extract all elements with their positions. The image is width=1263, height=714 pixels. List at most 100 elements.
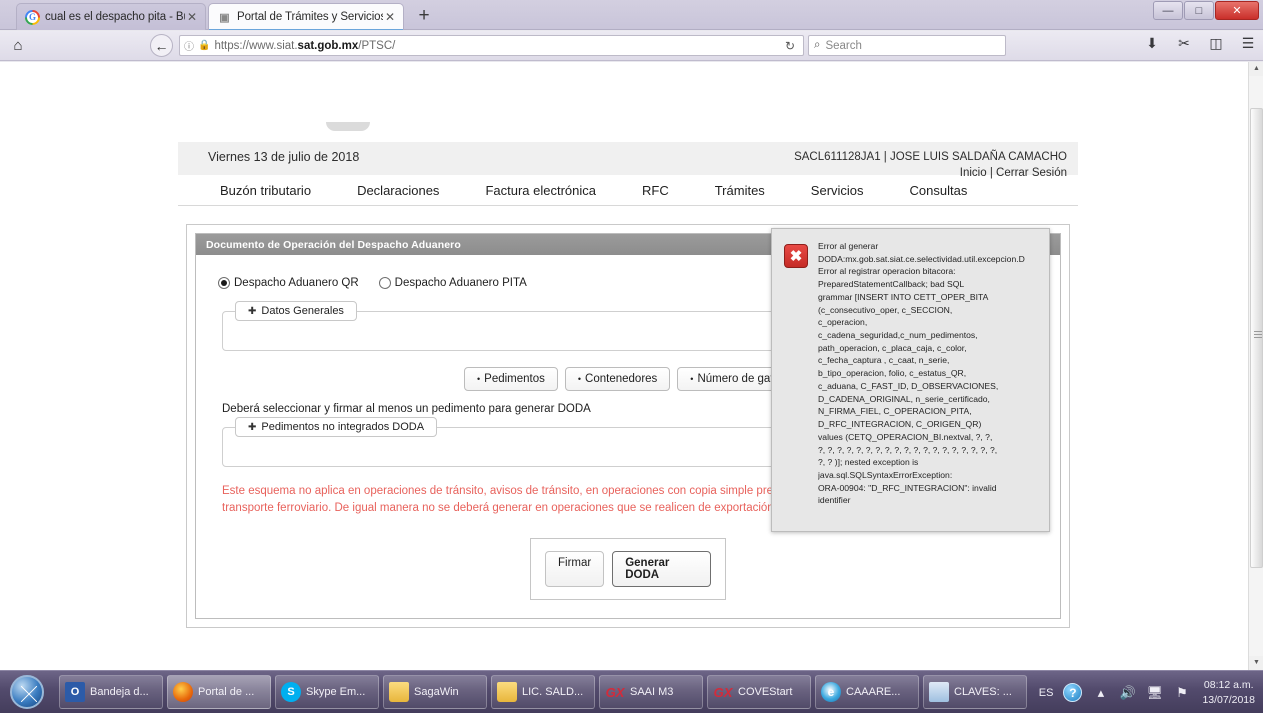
sidebar-icon[interactable]: ◫ xyxy=(1207,35,1225,52)
taskbar-label: Skype Em... xyxy=(306,686,365,698)
error-line: N_FIRMA_FIEL, C_OPERACION_PITA, xyxy=(818,405,1039,418)
error-icon: ✖ xyxy=(784,244,808,268)
error-message: Error al generar DODA:mx.gob.sat.siat.ce… xyxy=(818,240,1039,521)
back-icon[interactable]: ← xyxy=(150,34,173,57)
network-icon[interactable]: 🖥 xyxy=(1146,685,1163,701)
help-icon[interactable]: ? xyxy=(1063,683,1082,702)
menu-item-factura-electronica[interactable]: Factura electrónica xyxy=(485,183,596,198)
accordion-pedimentos-no-integrados[interactable]: ✚ Pedimentos no integrados DODA xyxy=(235,417,437,437)
internet-explorer-icon: e xyxy=(821,682,841,702)
download-icon[interactable]: ⬇ xyxy=(1143,35,1161,52)
accordion-label: Pedimentos no integrados DODA xyxy=(261,421,424,433)
close-icon[interactable]: ✕ xyxy=(383,11,397,23)
error-line: grammar [INSERT INTO CETT_OPER_BITA xyxy=(818,291,1039,304)
windows-taskbar: O Bandeja d... Portal de ... S Skype Em.… xyxy=(0,670,1263,713)
lock-icon: 🔒 xyxy=(198,40,210,51)
url-text: https://www.siat.sat.gob.mx/PTSC/ xyxy=(214,40,781,52)
volume-icon[interactable]: 🔊 xyxy=(1119,685,1136,701)
taskbar-item-caaare[interactable]: e CAAARE... xyxy=(815,675,919,709)
radio-despacho-qr[interactable] xyxy=(218,277,230,289)
reload-icon[interactable]: ↻ xyxy=(781,39,799,53)
browser-tab-portal-sat[interactable]: ▣ Portal de Trámites y Servicios a ✕ xyxy=(208,3,404,30)
radio-label-qr[interactable]: Despacho Aduanero QR xyxy=(234,277,359,289)
taskbar-item-saai-m3[interactable]: GX SAAI M3 xyxy=(599,675,703,709)
tab-label: Portal de Trámites y Servicios a xyxy=(237,11,383,23)
error-line: ?, ?, ?, ?, ?, ?, ?, ?, ?, ?, ?, ?, ?, ?… xyxy=(818,444,1039,457)
firmar-button[interactable]: Firmar xyxy=(545,551,604,587)
menu-item-buzon-tributario[interactable]: Buzón tributario xyxy=(220,183,311,198)
menu-icon[interactable]: ☰ xyxy=(1239,35,1257,52)
taskbar-label: LIC. SALD... xyxy=(522,686,583,698)
taskbar-item-covestart[interactable]: GX COVEStart xyxy=(707,675,811,709)
menu-item-tramites[interactable]: Trámites xyxy=(715,183,765,198)
scroll-down-icon[interactable]: ▼ xyxy=(1249,656,1263,670)
start-button[interactable] xyxy=(5,673,49,711)
page-header: Viernes 13 de julio de 2018 SACL611128JA… xyxy=(178,142,1078,175)
taskbar-item-claves[interactable]: CLAVES: ... xyxy=(923,675,1027,709)
folder-icon xyxy=(497,682,517,702)
plus-icon: ✚ xyxy=(248,306,256,317)
menu-item-consultas[interactable]: Consultas xyxy=(910,183,968,198)
taskbar-label: CLAVES: ... xyxy=(954,686,1012,698)
accordion-label: Pedimentos xyxy=(484,373,545,385)
search-box[interactable]: ⌕ Search xyxy=(808,35,1006,56)
rfc-and-name: SACL611128JA1 | JOSE LUIS SALDAÑA CAMACH… xyxy=(794,150,1067,166)
site-info-icon[interactable]: ⓘ xyxy=(184,38,194,53)
accordion-label: Datos Generales xyxy=(261,305,344,317)
error-line: PreparedStatementCallback; bad SQL xyxy=(818,278,1039,291)
inicio-link[interactable]: Inicio xyxy=(960,167,987,179)
error-line: c_operacion, xyxy=(818,316,1039,329)
scrollbar-grip-icon xyxy=(1254,331,1262,340)
accordion-datos-generales[interactable]: ✚ Datos Generales xyxy=(235,301,357,321)
genexus-icon: GX xyxy=(713,682,733,702)
error-line: values (CETQ_OPERACION_BI.nextval, ?, ?, xyxy=(818,431,1039,444)
claves-icon xyxy=(929,682,949,702)
maximize-button[interactable]: □ xyxy=(1184,1,1214,20)
browser-tab-google-search[interactable]: cual es el despacho pita - Bu ✕ xyxy=(16,3,206,30)
close-window-button[interactable]: ✕ xyxy=(1215,1,1259,20)
error-dialog: ✖ Error al generar DODA:mx.gob.sat.siat.… xyxy=(771,228,1050,532)
clock[interactable]: 08:12 a.m. 13/07/2018 xyxy=(1200,678,1255,706)
menu-item-servicios[interactable]: Servicios xyxy=(811,183,864,198)
error-line: D_RFC_INTEGRACION, C_ORIGEN_QR) xyxy=(818,418,1039,431)
accordion-pedimentos[interactable]: • Pedimentos xyxy=(464,367,558,391)
close-icon[interactable]: ✕ xyxy=(185,11,199,23)
radio-despacho-pita[interactable] xyxy=(379,277,391,289)
cerrar-sesion-link[interactable]: Cerrar Sesión xyxy=(996,167,1067,179)
accordion-contenedores[interactable]: •Contenedores xyxy=(565,367,670,391)
taskbar-label: Bandeja d... xyxy=(90,686,149,698)
error-line: Error al generar xyxy=(818,240,1039,253)
firefox-icon xyxy=(173,682,193,702)
taskbar-item-portal[interactable]: Portal de ... xyxy=(167,675,271,709)
menu-item-declaraciones[interactable]: Declaraciones xyxy=(357,183,439,198)
flag-icon[interactable]: ⚑ xyxy=(1173,685,1190,701)
clock-date: 13/07/2018 xyxy=(1202,693,1255,707)
bullet-icon: • xyxy=(477,374,480,384)
pocket-icon[interactable]: ✂ xyxy=(1175,35,1193,52)
taskbar-label: SAAI M3 xyxy=(630,686,673,698)
menu-item-rfc[interactable]: RFC xyxy=(642,183,669,198)
language-indicator[interactable]: ES xyxy=(1039,687,1054,699)
current-date: Viernes 13 de julio de 2018 xyxy=(208,150,359,164)
error-line: path_operacion, c_placa_caja, c_color, xyxy=(818,342,1039,355)
outlook-icon: O xyxy=(65,682,85,702)
generar-doda-button[interactable]: Generar DODA xyxy=(612,551,711,587)
new-tab-button[interactable]: + xyxy=(412,4,436,28)
sat-logo-partial xyxy=(326,122,370,131)
radio-label-pita[interactable]: Despacho Aduanero PITA xyxy=(395,277,527,289)
home-icon[interactable]: ⌂ xyxy=(0,37,36,54)
taskbar-item-bandeja[interactable]: O Bandeja d... xyxy=(59,675,163,709)
taskbar-item-skype[interactable]: S Skype Em... xyxy=(275,675,379,709)
search-placeholder: Search xyxy=(825,40,861,52)
show-hidden-icons-icon[interactable]: ▴ xyxy=(1092,685,1109,701)
accordion-label: Contenedores xyxy=(585,373,657,385)
taskbar-item-lic-saldana[interactable]: LIC. SALD... xyxy=(491,675,595,709)
address-bar[interactable]: ⓘ 🔒 https://www.siat.sat.gob.mx/PTSC/ ↻ xyxy=(179,35,804,56)
minimize-button[interactable]: — xyxy=(1153,1,1183,20)
scrollbar-thumb[interactable] xyxy=(1250,108,1263,568)
taskbar-item-sagawin[interactable]: SagaWin xyxy=(383,675,487,709)
navigation-toolbar: ⌂ ← ⓘ 🔒 https://www.siat.sat.gob.mx/PTSC… xyxy=(0,31,1263,61)
session-links: Inicio | Cerrar Sesión xyxy=(794,166,1067,182)
page-scrollbar[interactable]: ▲ ▼ xyxy=(1248,62,1263,670)
scroll-up-icon[interactable]: ▲ xyxy=(1249,62,1263,76)
